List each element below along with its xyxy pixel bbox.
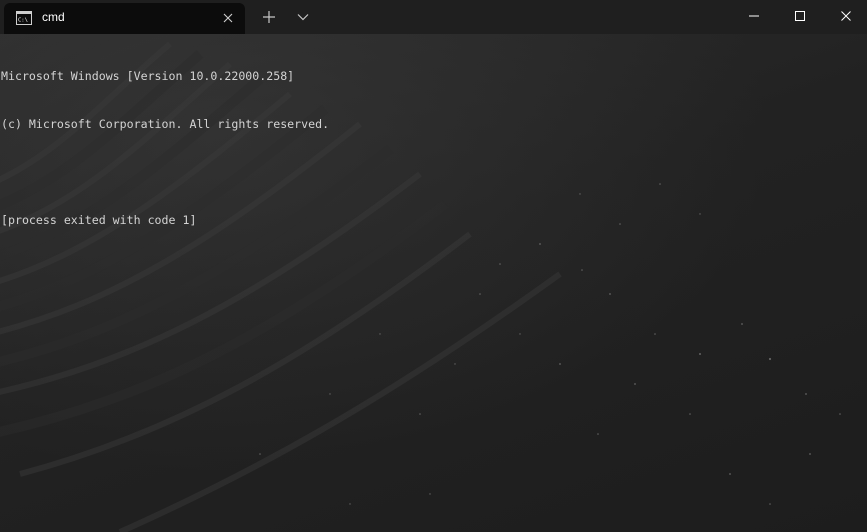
close-icon bbox=[841, 11, 851, 21]
maximize-button[interactable] bbox=[777, 0, 823, 32]
chevron-down-icon bbox=[297, 14, 309, 21]
tab-title: cmd bbox=[42, 10, 65, 24]
close-icon[interactable] bbox=[221, 11, 235, 25]
cmd-prompt-icon: C:\ bbox=[16, 11, 32, 25]
terminal-pane[interactable]: Microsoft Windows [Version 10.0.22000.25… bbox=[0, 34, 867, 532]
tab-cmd[interactable]: C:\ cmd bbox=[4, 3, 245, 34]
maximize-icon bbox=[795, 11, 805, 21]
svg-text:C:\: C:\ bbox=[18, 18, 28, 24]
title-bar[interactable]: C:\ cmd bbox=[0, 0, 867, 34]
console-line: Microsoft Windows [Version 10.0.22000.25… bbox=[1, 69, 295, 83]
minimize-button[interactable] bbox=[731, 0, 777, 32]
terminal-window: C:\ cmd Microsoft Windows [Version 10.0.… bbox=[0, 0, 867, 532]
tab-dropdown-button[interactable] bbox=[292, 6, 314, 28]
console-output: Microsoft Windows [Version 10.0.22000.25… bbox=[1, 36, 329, 260]
new-tab-button[interactable] bbox=[258, 6, 280, 28]
minimize-icon bbox=[749, 15, 759, 17]
console-line: [process exited with code 1] bbox=[1, 213, 197, 227]
plus-icon bbox=[263, 11, 275, 23]
close-window-button[interactable] bbox=[823, 0, 867, 32]
console-line: (c) Microsoft Corporation. All rights re… bbox=[1, 117, 330, 131]
